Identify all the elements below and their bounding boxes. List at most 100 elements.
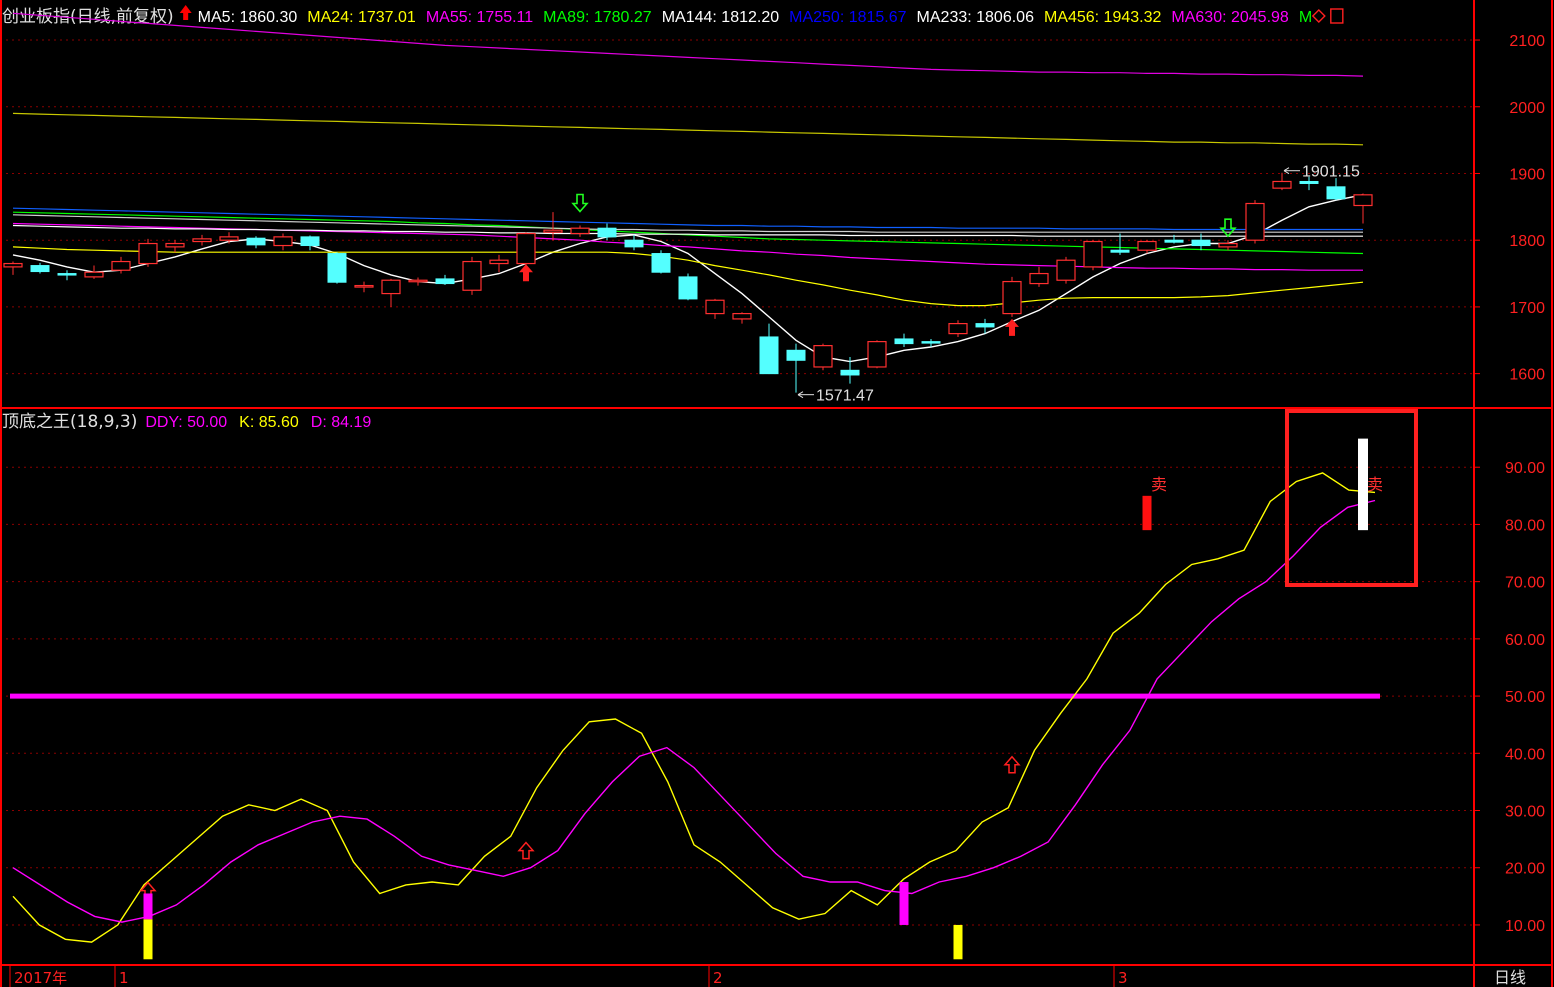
candle-17[interactable] xyxy=(462,256,482,295)
candle-body xyxy=(651,253,671,273)
candle-body xyxy=(786,349,806,361)
price-tick-label-5: 2100 xyxy=(1509,33,1545,50)
candle-25[interactable] xyxy=(678,273,698,301)
candle-body xyxy=(1029,272,1049,285)
ma-legend-5: MA250: 1815.67 xyxy=(789,9,907,26)
candle-body xyxy=(57,273,77,276)
legend-tail-mark: M xyxy=(1299,9,1312,26)
time-label-2: 2 xyxy=(713,969,723,987)
ma-legend-4: MA144: 1812.20 xyxy=(662,9,780,26)
candle-body xyxy=(408,279,428,283)
high-price-label: 1901.15 xyxy=(1302,164,1360,181)
low-price-label: 1571.47 xyxy=(816,388,874,405)
candle-body xyxy=(3,262,23,268)
candle-37[interactable] xyxy=(1002,276,1022,317)
candle-body xyxy=(678,276,698,300)
candle-body xyxy=(1137,240,1157,251)
indicator-tick-label-1: 20.00 xyxy=(1505,861,1545,878)
candle-body xyxy=(246,237,266,246)
candle-body xyxy=(138,242,158,265)
indicator-value-ddy: DDY: 50.00 xyxy=(145,414,227,431)
candle-body xyxy=(165,242,185,248)
indicator-tick-label-5: 60.00 xyxy=(1505,632,1545,649)
candle-body xyxy=(327,253,347,283)
signal-bar-red xyxy=(1142,495,1152,531)
price-panel-header: 创业板指(日线,前复权) MA5: 1860.30 MA24: 1737.01 MA5… xyxy=(2,5,1344,27)
signal-bar-yellow xyxy=(143,919,153,960)
signal-bar-magenta xyxy=(143,893,153,920)
candle-body xyxy=(1164,239,1184,243)
candle-30[interactable] xyxy=(813,343,833,371)
candle-body xyxy=(300,236,320,247)
ma-legend-1: MA24: 1737.01 xyxy=(307,9,416,26)
candle-19[interactable] xyxy=(516,232,536,269)
candle-body xyxy=(192,238,212,243)
ma-legend-6: MA233: 1806.06 xyxy=(917,9,1035,26)
candle-body xyxy=(705,299,725,315)
ma-legend-2: MA55: 1755.11 xyxy=(426,9,533,26)
ma-legend-0: MA5: 1860.30 xyxy=(198,9,298,26)
candle-body xyxy=(1326,186,1346,200)
candle-body xyxy=(273,236,293,247)
candle-body xyxy=(1245,202,1265,241)
candle-body xyxy=(354,284,374,288)
price-tick-label-4: 2000 xyxy=(1509,100,1545,117)
time-label-3: 3 xyxy=(1118,969,1128,987)
candle-24[interactable] xyxy=(651,250,671,274)
ma-legend-7: MA456: 1943.32 xyxy=(1044,9,1162,26)
candle-body xyxy=(543,229,563,233)
signal-bar-magenta xyxy=(899,882,909,925)
candle-body xyxy=(30,265,50,273)
indicator-title: 顶底之王(18,9,3) xyxy=(2,412,137,432)
candle-body xyxy=(840,369,860,376)
price-panel-title: 创业板指(日线,前复权) xyxy=(2,7,174,27)
indicator-tick-label-2: 30.00 xyxy=(1505,804,1545,821)
price-tick-label-2: 1800 xyxy=(1509,233,1545,250)
indicator-tick-label-6: 70.00 xyxy=(1505,575,1545,592)
candle-body xyxy=(489,259,509,265)
candle-40[interactable] xyxy=(1083,240,1103,271)
time-label-0: 2017年 xyxy=(14,969,67,987)
indicator-tick-label-4: 50.00 xyxy=(1505,689,1545,706)
candle-5[interactable] xyxy=(138,238,158,267)
candle-body xyxy=(84,271,104,278)
candle-12[interactable] xyxy=(327,252,347,284)
candle-39[interactable] xyxy=(1056,256,1076,284)
indicator-tick-label-7: 80.00 xyxy=(1505,517,1545,534)
time-label-1: 1 xyxy=(119,969,129,987)
chart-background xyxy=(0,0,1554,987)
candle-body xyxy=(921,341,941,344)
signal-bar-yellow xyxy=(953,924,963,960)
price-tick-label-1: 1700 xyxy=(1509,300,1545,317)
candle-body xyxy=(1110,249,1130,253)
candle-body xyxy=(867,341,887,368)
candle-body xyxy=(435,278,455,285)
price-tick-label-3: 1900 xyxy=(1509,166,1545,183)
candle-body xyxy=(624,239,644,248)
candle-body xyxy=(1299,180,1319,184)
indicator-panel-header: 顶底之王(18,9,3) DDY: 50.00 K: 85.60 D: 84.19 xyxy=(2,412,371,432)
candle-body xyxy=(111,260,131,271)
candle-body xyxy=(1218,242,1238,248)
candle-body xyxy=(1056,259,1076,281)
candle-body xyxy=(462,260,482,291)
candle-body xyxy=(1002,280,1022,315)
ma-legend-3: MA89: 1780.27 xyxy=(543,9,652,26)
sell-signal-label: 卖 xyxy=(1151,475,1167,494)
indicator-value-k: K: 85.60 xyxy=(239,414,299,431)
ma-legend-8: MA630: 2045.98 xyxy=(1171,9,1289,26)
candle-body xyxy=(759,336,779,375)
period-button[interactable]: 日线 xyxy=(1494,968,1526,987)
candle-32[interactable] xyxy=(867,340,887,369)
candle-body xyxy=(1083,240,1103,268)
price-tick-label-0: 1600 xyxy=(1509,367,1545,384)
candle-46[interactable] xyxy=(1245,200,1265,244)
indicator-tick-label-0: 10.00 xyxy=(1505,918,1545,935)
candle-body xyxy=(894,338,914,345)
indicator-tick-label-3: 40.00 xyxy=(1505,746,1545,763)
candle-body xyxy=(1272,180,1292,189)
candle-body xyxy=(1191,239,1211,247)
indicator-value-d: D: 84.19 xyxy=(311,414,372,431)
candle-body xyxy=(570,227,590,235)
candle-body xyxy=(597,227,617,238)
